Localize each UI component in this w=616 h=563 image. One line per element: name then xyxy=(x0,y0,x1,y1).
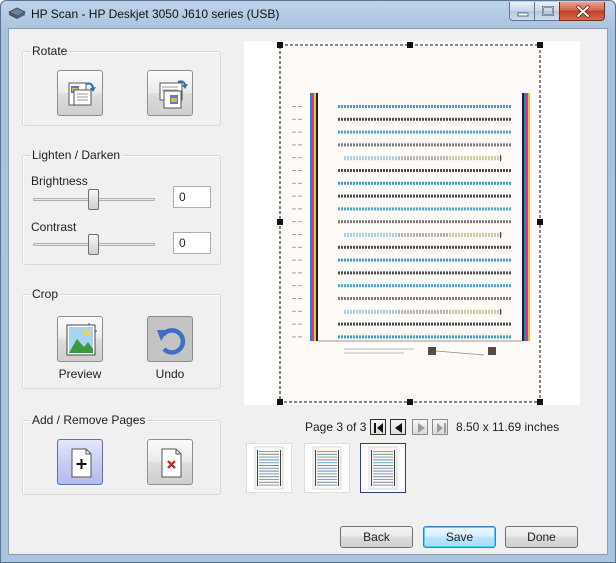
crop-group-title: Crop xyxy=(30,287,61,301)
page-thumbnail-image xyxy=(368,446,398,490)
previous-page-button[interactable] xyxy=(390,419,406,435)
dialog-body: Rotate Lighten / Darken Brightness 0 Con… xyxy=(8,28,608,555)
maximize-icon xyxy=(542,6,554,16)
add-remove-pages-group: Add / Remove Pages xyxy=(22,413,221,495)
close-window-button[interactable] xyxy=(559,2,605,21)
next-page-button[interactable] xyxy=(412,419,428,435)
page-thumbnail-image xyxy=(312,446,342,490)
page-indicator: Page 3 of 3 xyxy=(305,420,367,434)
remove-page-button[interactable] xyxy=(147,439,193,485)
scan-preview-area xyxy=(244,41,580,405)
add-page-icon xyxy=(71,448,92,478)
add-page-button[interactable] xyxy=(57,439,103,485)
brightness-value-field[interactable]: 0 xyxy=(173,186,211,208)
close-icon xyxy=(576,5,590,18)
title-bar[interactable]: HP Scan - HP Deskjet 3050 J610 series (U… xyxy=(1,1,615,27)
maximize-button[interactable] xyxy=(534,2,560,21)
minimize-button[interactable] xyxy=(509,2,535,21)
back-button[interactable]: Back xyxy=(340,526,413,548)
add-remove-pages-group-title: Add / Remove Pages xyxy=(30,413,148,427)
page-size-label: 8.50 x 11.69 inches xyxy=(456,420,560,434)
brightness-label: Brightness xyxy=(31,174,88,188)
rotate-left-icon xyxy=(68,82,96,106)
crop-preview-label: Preview xyxy=(58,367,102,381)
page-thumbnail[interactable] xyxy=(304,443,350,493)
previous-page-icon xyxy=(395,423,402,433)
contrast-label: Contrast xyxy=(31,220,77,234)
crop-preview-button[interactable] xyxy=(57,316,103,362)
rotate-left-button[interactable] xyxy=(57,70,103,116)
crop-undo-button[interactable] xyxy=(147,316,193,362)
image-preview-icon xyxy=(66,323,97,356)
crop-undo-label: Undo xyxy=(155,367,185,381)
first-page-button[interactable] xyxy=(370,419,386,435)
done-button[interactable]: Done xyxy=(505,526,578,548)
save-button[interactable]: Save xyxy=(423,526,496,548)
page-thumbnail-image xyxy=(254,446,284,490)
minimize-icon xyxy=(517,12,529,17)
page-thumbnail-selected[interactable] xyxy=(360,443,406,493)
scanner-app-icon xyxy=(8,6,26,21)
first-page-icon xyxy=(374,423,383,433)
rotate-group-title: Rotate xyxy=(30,44,70,58)
window-title: HP Scan - HP Deskjet 3050 J610 series (U… xyxy=(31,7,280,21)
hp-scan-window: HP Scan - HP Deskjet 3050 J610 series (U… xyxy=(0,0,616,563)
next-page-icon xyxy=(418,423,425,433)
rotate-group: Rotate xyxy=(22,44,221,126)
crop-group: Crop Preview Undo xyxy=(22,287,221,389)
scanned-page-image xyxy=(277,42,543,405)
last-page-button[interactable] xyxy=(432,419,448,435)
lighten-darken-group: Lighten / Darken Brightness 0 Contrast 0 xyxy=(22,148,221,265)
page-thumbnail[interactable] xyxy=(246,443,292,493)
page-navigator: Page 3 of 3 8.50 x 11.69 inches xyxy=(244,417,580,437)
remove-page-icon xyxy=(161,448,182,478)
contrast-slider-thumb[interactable] xyxy=(88,234,99,255)
rotate-right-icon xyxy=(159,80,188,109)
last-page-icon xyxy=(437,423,446,433)
brightness-slider-thumb[interactable] xyxy=(88,189,99,210)
undo-icon xyxy=(157,328,186,355)
contrast-value-field[interactable]: 0 xyxy=(173,232,211,254)
rotate-right-button[interactable] xyxy=(147,70,193,116)
lighten-darken-group-title: Lighten / Darken xyxy=(30,148,123,162)
